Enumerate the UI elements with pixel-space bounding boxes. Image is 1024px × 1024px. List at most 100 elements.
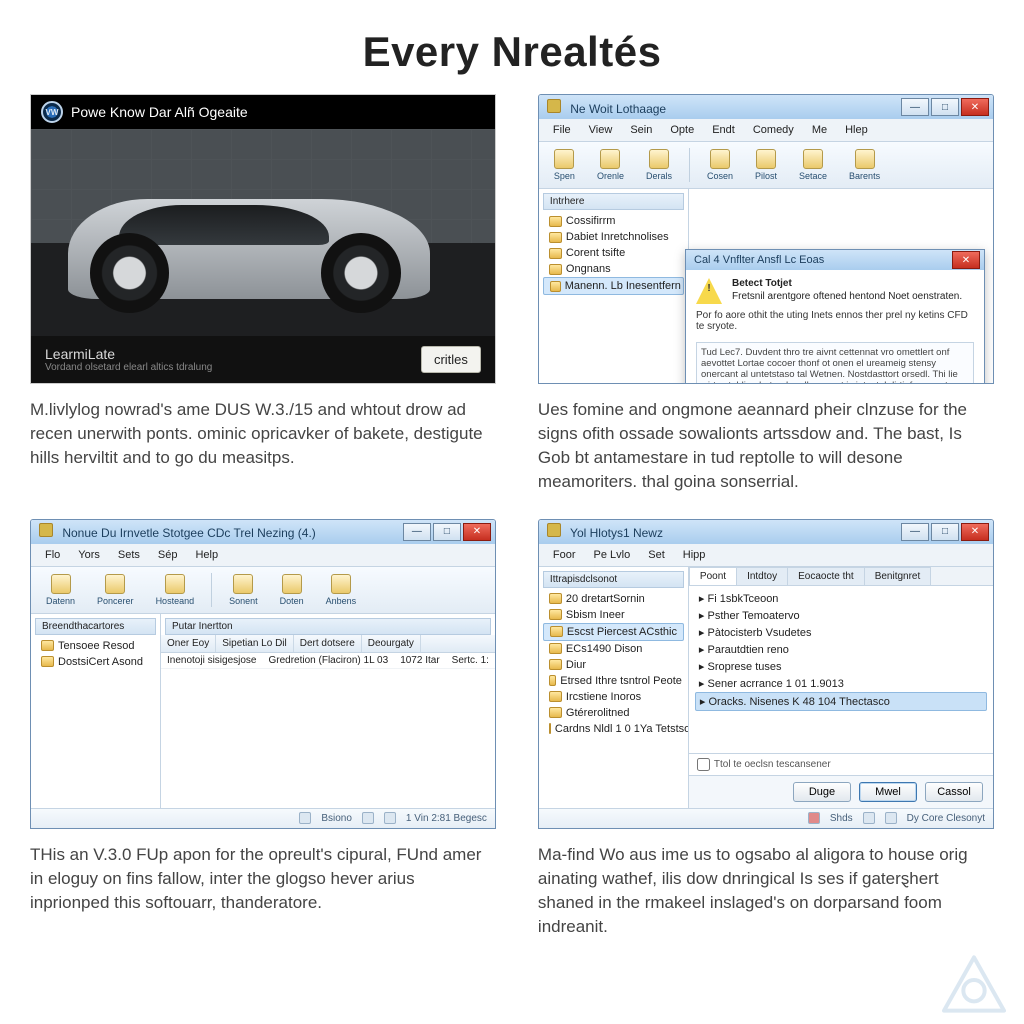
column-header[interactable]: Deourgaty bbox=[362, 635, 421, 652]
tree-item[interactable]: Ircstiene Inoros bbox=[543, 689, 684, 705]
status-text-2: Dy Core Clesonyt bbox=[907, 813, 985, 824]
table-row[interactable]: Inenotoji sisigesjoseGredretion (Flaciro… bbox=[161, 653, 495, 669]
column-headers[interactable]: Oner EoySipetian Lo DilDert dotsereDeour… bbox=[161, 635, 495, 653]
menubar[interactable]: FloYorsSetsSépHelp bbox=[31, 544, 495, 567]
tree-item[interactable]: Tensoee Resod bbox=[35, 638, 156, 654]
tree-item[interactable]: Dabiet Inretchnolises bbox=[543, 229, 684, 245]
maximize-button[interactable]: □ bbox=[433, 523, 461, 541]
menu-item[interactable]: Comedy bbox=[745, 122, 802, 138]
footer-button[interactable]: Mwel bbox=[859, 782, 917, 802]
tree-item[interactable]: Ongnans bbox=[543, 261, 684, 277]
tree-item[interactable]: Diur bbox=[543, 657, 684, 673]
tree-item[interactable]: Etrsed Ithre tsntrol Peote bbox=[543, 673, 684, 689]
tabs[interactable]: PoontIntdtoyEocaocte thtBenitgnret bbox=[689, 567, 993, 586]
toolbar[interactable]: DatennPoncererHosteand SonentDotenAnbens bbox=[31, 567, 495, 614]
tree-item[interactable]: Gtérerolitned bbox=[543, 705, 684, 721]
toolbar-button[interactable]: Spen bbox=[545, 146, 584, 184]
list-pane: Putar Inertton Oner EoySipetian Lo DilDe… bbox=[161, 614, 495, 808]
list-item[interactable]: ▸ Psther Temoatervo bbox=[695, 607, 987, 624]
folder-icon bbox=[549, 723, 551, 734]
app-icon bbox=[39, 523, 53, 537]
tree-pane[interactable]: Ittrapisdclsonot 20 dretartSorninSbism I… bbox=[539, 567, 689, 808]
tree-item[interactable]: 20 dretartSornin bbox=[543, 591, 684, 607]
tab[interactable]: Intdtoy bbox=[736, 567, 788, 585]
menu-item[interactable]: Sets bbox=[110, 547, 148, 563]
ad-cta-button[interactable]: critles bbox=[421, 346, 481, 373]
list-rows[interactable]: Inenotoji sisigesjoseGredretion (Flaciro… bbox=[161, 653, 495, 808]
toolbar-button[interactable]: Doten bbox=[271, 571, 313, 609]
menu-item[interactable]: Sép bbox=[150, 547, 186, 563]
tree-pane[interactable]: Intrhere CossifirrmDabiet Inretchnolises… bbox=[539, 189, 689, 299]
list-item[interactable]: ▸ Sener acrrance 1 01 1.9013 bbox=[695, 675, 987, 692]
column-header[interactable]: Dert dotsere bbox=[294, 635, 362, 652]
toolbar-button[interactable]: Derals bbox=[637, 146, 681, 184]
menu-item[interactable]: Endt bbox=[704, 122, 743, 138]
dialog-close-button[interactable]: ✕ bbox=[952, 251, 980, 269]
minimize-button[interactable]: ― bbox=[901, 98, 929, 116]
footer-checkbox-row[interactable]: Ttol te oeclsn tescansener bbox=[689, 753, 993, 775]
menu-item[interactable]: Pe Lvlo bbox=[586, 547, 639, 563]
toolbar-button[interactable]: Datenn bbox=[37, 571, 84, 609]
maximize-button[interactable]: □ bbox=[931, 98, 959, 116]
panel-1-caption: M.livlylog nowrad's ame DUS W.3./15 and … bbox=[30, 398, 496, 470]
toolbar-button[interactable]: Orenle bbox=[588, 146, 633, 184]
menubar[interactable]: FoorPe LvloSetHipp bbox=[539, 544, 993, 567]
panel-4-caption: Ma-find Wo aus ime us to ogsabo al aligo… bbox=[538, 843, 994, 940]
left-pane[interactable]: Breendthacartores Tensoee ResodDostsiCer… bbox=[31, 614, 161, 808]
menu-item[interactable]: Yors bbox=[70, 547, 108, 563]
menu-item[interactable]: Sein bbox=[622, 122, 660, 138]
menu-item[interactable]: Help bbox=[187, 547, 226, 563]
list-item[interactable]: ▸ Fi 1sbkTceoon bbox=[695, 590, 987, 607]
status-text-1: Bsiono bbox=[321, 813, 352, 824]
menu-item[interactable]: Set bbox=[640, 547, 673, 563]
tree-item[interactable]: Cardns Nldl 1 0 1Ya Tetstson bbox=[543, 721, 684, 737]
toolbar-button[interactable]: Poncerer bbox=[88, 571, 143, 609]
footer-button[interactable]: Cassol bbox=[925, 782, 983, 802]
minimize-button[interactable]: ― bbox=[901, 523, 929, 541]
tree-item[interactable]: Sbism Ineer bbox=[543, 607, 684, 623]
menu-item[interactable]: Me bbox=[804, 122, 835, 138]
list-item[interactable]: ▸ Pàtocisterb Vsudetes bbox=[695, 624, 987, 641]
tree-item[interactable]: Cossifirrm bbox=[543, 213, 684, 229]
item-list[interactable]: ▸ Fi 1sbkTceoon▸ Psther Temoatervo▸ Pàto… bbox=[689, 586, 993, 753]
toolbar-button[interactable]: Anbens bbox=[317, 571, 366, 609]
minimize-button[interactable]: ― bbox=[403, 523, 431, 541]
footer-button[interactable]: Duge bbox=[793, 782, 851, 802]
list-item[interactable]: ▸ Parautdtien reno bbox=[695, 641, 987, 658]
toolbar-button[interactable]: Barents bbox=[840, 146, 889, 184]
dialog-details[interactable]: Tud Lec7. Duvdent thro tre aivnt cettenn… bbox=[696, 342, 974, 384]
list-item[interactable]: ▸ Oracks. Nisenes K 48 104 Thectasco bbox=[695, 692, 987, 711]
toolbar[interactable]: SpenOrenleDerals CosenPilostSetaceBarents bbox=[539, 142, 993, 189]
toolbar-button[interactable]: Cosen bbox=[698, 146, 742, 184]
toolbar-button[interactable]: Hosteand bbox=[147, 571, 204, 609]
menu-item[interactable]: Hlep bbox=[837, 122, 876, 138]
tree-item[interactable]: Manenn. Lb Inesentfern bbox=[543, 277, 684, 295]
column-header[interactable]: Oner Eoy bbox=[161, 635, 216, 652]
close-button[interactable]: ✕ bbox=[961, 98, 989, 116]
maximize-button[interactable]: □ bbox=[931, 523, 959, 541]
tree-item[interactable]: DostsiCert Asond bbox=[35, 654, 156, 670]
tab[interactable]: Eocaocte tht bbox=[787, 567, 865, 585]
menu-item[interactable]: Opte bbox=[662, 122, 702, 138]
tree-item[interactable]: ECs1490 Dison bbox=[543, 641, 684, 657]
menu-item[interactable]: View bbox=[581, 122, 621, 138]
toolbar-button[interactable]: Sonent bbox=[220, 571, 267, 609]
menu-item[interactable]: Flo bbox=[37, 547, 68, 563]
footer-checkbox[interactable] bbox=[697, 758, 710, 771]
tree-item[interactable]: Corent tsifte bbox=[543, 245, 684, 261]
menu-item[interactable]: File bbox=[545, 122, 579, 138]
toolbar-icon bbox=[331, 574, 351, 594]
menu-item[interactable]: Hipp bbox=[675, 547, 714, 563]
tab[interactable]: Benitgnret bbox=[864, 567, 932, 585]
toolbar-button[interactable]: Pilost bbox=[746, 146, 786, 184]
column-header[interactable]: Sipetian Lo Dil bbox=[216, 635, 293, 652]
tab[interactable]: Poont bbox=[689, 567, 737, 585]
close-button[interactable]: ✕ bbox=[463, 523, 491, 541]
close-button[interactable]: ✕ bbox=[961, 523, 989, 541]
toolbar-button[interactable]: Setace bbox=[790, 146, 836, 184]
list-item[interactable]: ▸ Sroprese tuses bbox=[695, 658, 987, 675]
tree-item[interactable]: Escst Piercest ACsthic bbox=[543, 623, 684, 641]
menubar[interactable]: FileViewSeinOpteEndtComedyMeHlep bbox=[539, 119, 993, 142]
menu-item[interactable]: Foor bbox=[545, 547, 584, 563]
toolbar-icon bbox=[855, 149, 875, 169]
